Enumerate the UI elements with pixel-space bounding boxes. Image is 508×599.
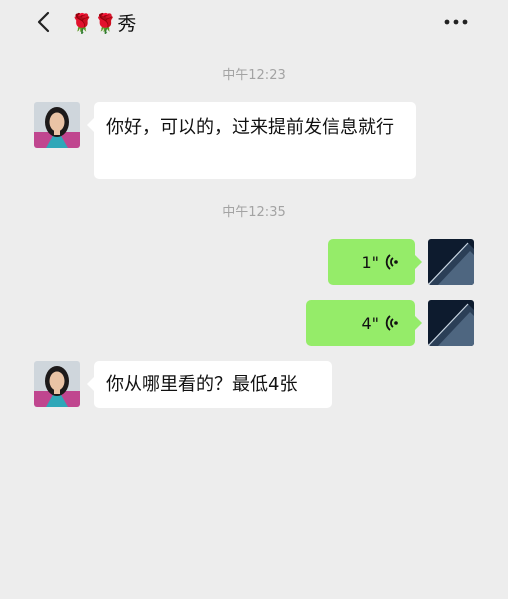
contact-avatar[interactable] [34, 361, 80, 407]
more-button[interactable] [440, 8, 472, 36]
my-avatar-image [428, 239, 474, 285]
my-avatar[interactable] [428, 239, 474, 285]
my-avatar[interactable] [428, 300, 474, 346]
voice-wave-icon [385, 314, 399, 332]
chat-header: 🌹🌹秀 [0, 0, 508, 44]
voice-wave-icon [385, 253, 399, 271]
voice-message-bubble[interactable]: 1" [328, 239, 422, 285]
chevron-left-icon [37, 11, 50, 33]
contact-photo-image [34, 102, 80, 148]
contact-photo-image [34, 361, 80, 407]
message-text: 你从哪里看的？最低4张 [106, 374, 298, 395]
incoming-message-bubble[interactable]: 你好，可以的，过来提前发信息就行 [87, 102, 416, 179]
incoming-message-bubble[interactable]: 你从哪里看的？最低4张 [87, 361, 332, 408]
back-button[interactable] [30, 8, 58, 36]
ellipsis-icon [444, 19, 468, 25]
contact-avatar[interactable] [34, 102, 80, 148]
timestamp: 中午12:23 [222, 68, 286, 83]
voice-duration: 4" [361, 313, 379, 333]
chat-title: 🌹🌹秀 [70, 12, 137, 35]
my-avatar-image [428, 300, 474, 346]
message-text: 你好，可以的，过来提前发信息就行 [106, 117, 394, 138]
timestamp: 中午12:35 [222, 205, 286, 220]
voice-message-bubble[interactable]: 4" [306, 300, 422, 346]
voice-duration: 1" [361, 252, 379, 272]
